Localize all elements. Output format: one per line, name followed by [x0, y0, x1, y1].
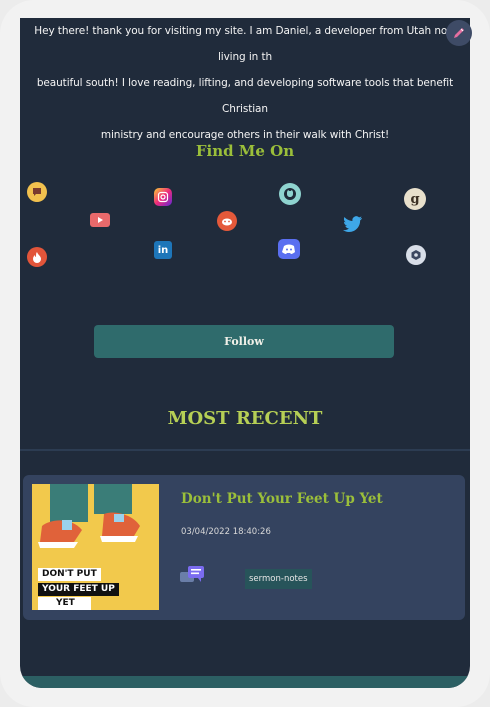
discord-icon[interactable] [278, 239, 300, 259]
post-title[interactable]: Don't Put Your Feet Up Yet [181, 491, 383, 507]
intro-line-1: Hey there! thank you for visiting my sit… [34, 25, 456, 63]
goodreads-icon[interactable]: g [404, 188, 426, 210]
comments-icon [180, 566, 206, 588]
device-frame: Hey there! thank you for visiting my sit… [0, 0, 490, 707]
instagram-icon[interactable] [154, 188, 172, 206]
section-divider [20, 449, 470, 451]
follow-button[interactable]: Follow [94, 325, 394, 358]
twitter-icon[interactable] [343, 214, 363, 234]
linkedin-icon[interactable]: in [154, 241, 172, 259]
page-screen: Hey there! thank you for visiting my sit… [20, 18, 470, 688]
thumb-caption-1: DON'T PUT [38, 568, 101, 581]
post-tag[interactable]: sermon-notes [245, 569, 312, 589]
reddit-icon[interactable] [217, 211, 237, 231]
post-thumbnail[interactable]: DON'T PUT YOUR FEET UP YET [32, 484, 159, 610]
thumb-caption-2: YOUR FEET UP [38, 583, 119, 596]
intro-text: Hey there! thank you for visiting my sit… [30, 18, 460, 148]
github-icon[interactable] [279, 183, 301, 205]
fire-icon[interactable] [27, 247, 47, 267]
chat-bubble-icon[interactable] [27, 182, 47, 202]
find-me-title: Find Me On [195, 142, 295, 160]
post-date: 03/04/2022 18:40:26 [181, 527, 271, 537]
hexagon-icon[interactable] [406, 245, 426, 265]
edit-pen-icon[interactable] [446, 20, 472, 46]
post-card[interactable]: DON'T PUT YOUR FEET UP YET Don't Put You… [23, 475, 465, 620]
youtube-icon[interactable] [90, 213, 110, 227]
most-recent-title: MOST RECENT [167, 408, 323, 429]
thumb-caption-3: YET [38, 597, 91, 610]
bottom-nav-bar[interactable] [20, 676, 470, 688]
intro-line-2: beautiful south! I love reading, lifting… [36, 77, 454, 115]
